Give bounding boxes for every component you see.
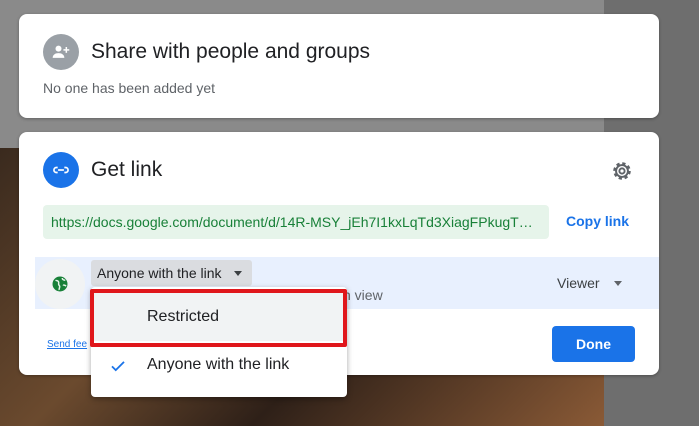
menu-item-label: Anyone with the link — [147, 356, 290, 373]
role-dropdown[interactable]: Viewer — [557, 275, 600, 291]
share-people-card: Share with people and groups No one has … — [19, 14, 659, 118]
add-person-icon — [43, 34, 79, 70]
globe-icon — [35, 259, 85, 309]
link-url-field[interactable]: https://docs.google.com/document/d/14R-M… — [43, 205, 549, 239]
chevron-down-icon — [233, 271, 242, 276]
menu-item-anyone-with-link[interactable]: Anyone with the link — [91, 341, 347, 389]
get-link-title: Get link — [91, 158, 163, 181]
send-feedback-link[interactable]: Send fee — [47, 339, 87, 350]
access-description: n view — [343, 287, 383, 303]
highlight-box — [90, 289, 347, 347]
role-chevron-down-icon[interactable] — [614, 281, 622, 286]
link-access-label: Anyone with the link — [97, 265, 222, 281]
link-access-dropdown[interactable]: Anyone with the link — [91, 260, 252, 286]
share-title: Share with people and groups — [91, 40, 371, 63]
share-subtitle: No one has been added yet — [43, 80, 216, 96]
gear-icon[interactable] — [609, 158, 635, 184]
check-icon — [111, 361, 125, 372]
done-button[interactable]: Done — [552, 326, 635, 362]
copy-link-button[interactable]: Copy link — [566, 213, 629, 229]
link-icon — [43, 152, 79, 188]
